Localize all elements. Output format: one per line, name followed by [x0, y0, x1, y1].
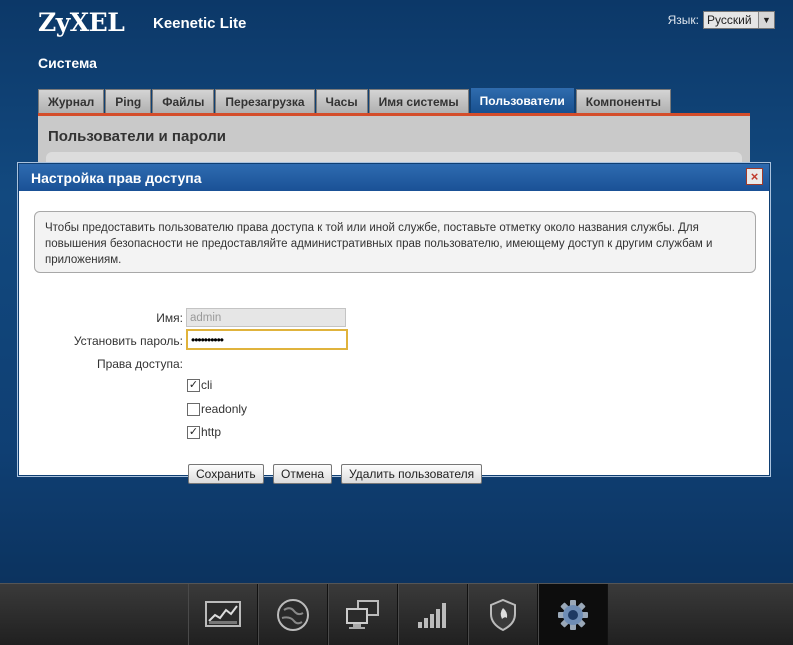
tab-clock[interactable]: Часы — [315, 89, 368, 113]
name-field: admin — [186, 308, 346, 327]
permission-readonly[interactable]: readonly — [187, 402, 247, 416]
tab-system-name[interactable]: Имя системы — [368, 89, 469, 113]
dock-item-internet[interactable] — [258, 584, 328, 645]
tab-components[interactable]: Компоненты — [575, 89, 672, 113]
tab-journal[interactable]: Журнал — [38, 89, 105, 113]
cancel-button[interactable]: Отмена — [273, 464, 333, 484]
panel-title: Пользователи и пароли — [48, 128, 227, 145]
dock-item-wifi[interactable] — [398, 584, 468, 645]
language-label: Язык: — [667, 13, 699, 27]
permission-http[interactable]: ✓ http — [187, 425, 221, 439]
password-field[interactable]: •••••••••• — [186, 329, 348, 350]
permission-label: http — [201, 425, 222, 439]
close-icon[interactable]: × — [746, 168, 763, 185]
tab-bar: Журнал Ping Файлы Перезагрузка Часы Имя … — [38, 87, 672, 113]
dock-item-monitor[interactable] — [188, 584, 258, 645]
dialog-header: Настройка прав доступа × — [19, 164, 769, 191]
checkbox-http[interactable]: ✓ — [187, 425, 200, 439]
language-selector: Язык: Русский ▼ — [668, 11, 775, 29]
checkbox-readonly[interactable] — [187, 402, 200, 416]
info-message: Чтобы предоставить пользователю права до… — [34, 211, 756, 273]
chevron-down-icon[interactable]: ▼ — [758, 12, 774, 28]
section-title: Система — [38, 55, 97, 71]
language-value: Русский — [707, 13, 752, 27]
dock-item-system[interactable] — [538, 584, 608, 645]
zyxel-logo: ZyXEL — [38, 8, 125, 37]
save-button[interactable]: Сохранить — [188, 464, 264, 484]
monitor-chart-icon — [205, 601, 241, 627]
footer-dock — [0, 583, 793, 645]
delete-user-button[interactable]: Удалить пользователя — [341, 464, 483, 484]
name-label: Имя: — [156, 311, 183, 325]
globe-icon — [277, 599, 309, 631]
language-dropdown[interactable]: Русский ▼ — [703, 11, 775, 29]
permission-label: cli — [201, 378, 213, 392]
checkbox-cli[interactable]: ✓ — [187, 378, 200, 392]
permission-cli[interactable]: ✓ cli — [187, 378, 212, 392]
network-computers-icon — [346, 600, 379, 629]
dock-bar — [188, 584, 608, 645]
dock-item-network[interactable] — [328, 584, 398, 645]
tab-ping[interactable]: Ping — [105, 89, 152, 113]
tab-users[interactable]: Пользователи — [469, 87, 575, 113]
password-label: Установить пароль: — [73, 334, 183, 348]
access-rights-label: Права доступа: — [96, 357, 183, 371]
permission-label: readonly — [201, 402, 248, 416]
gear-icon — [558, 600, 588, 630]
access-rights-dialog: Настройка прав доступа × Чтобы предостав… — [18, 163, 770, 484]
product-name: Keenetic Lite — [153, 15, 247, 32]
dialog-title: Настройка прав доступа — [31, 169, 202, 186]
shield-icon — [490, 598, 516, 632]
tab-reboot[interactable]: Перезагрузка — [215, 89, 315, 113]
signal-bars-icon — [418, 603, 446, 628]
dock-item-security[interactable] — [468, 584, 538, 645]
dialog-body: Чтобы предоставить пользователю права до… — [19, 191, 769, 484]
tab-files[interactable]: Файлы — [152, 89, 215, 113]
